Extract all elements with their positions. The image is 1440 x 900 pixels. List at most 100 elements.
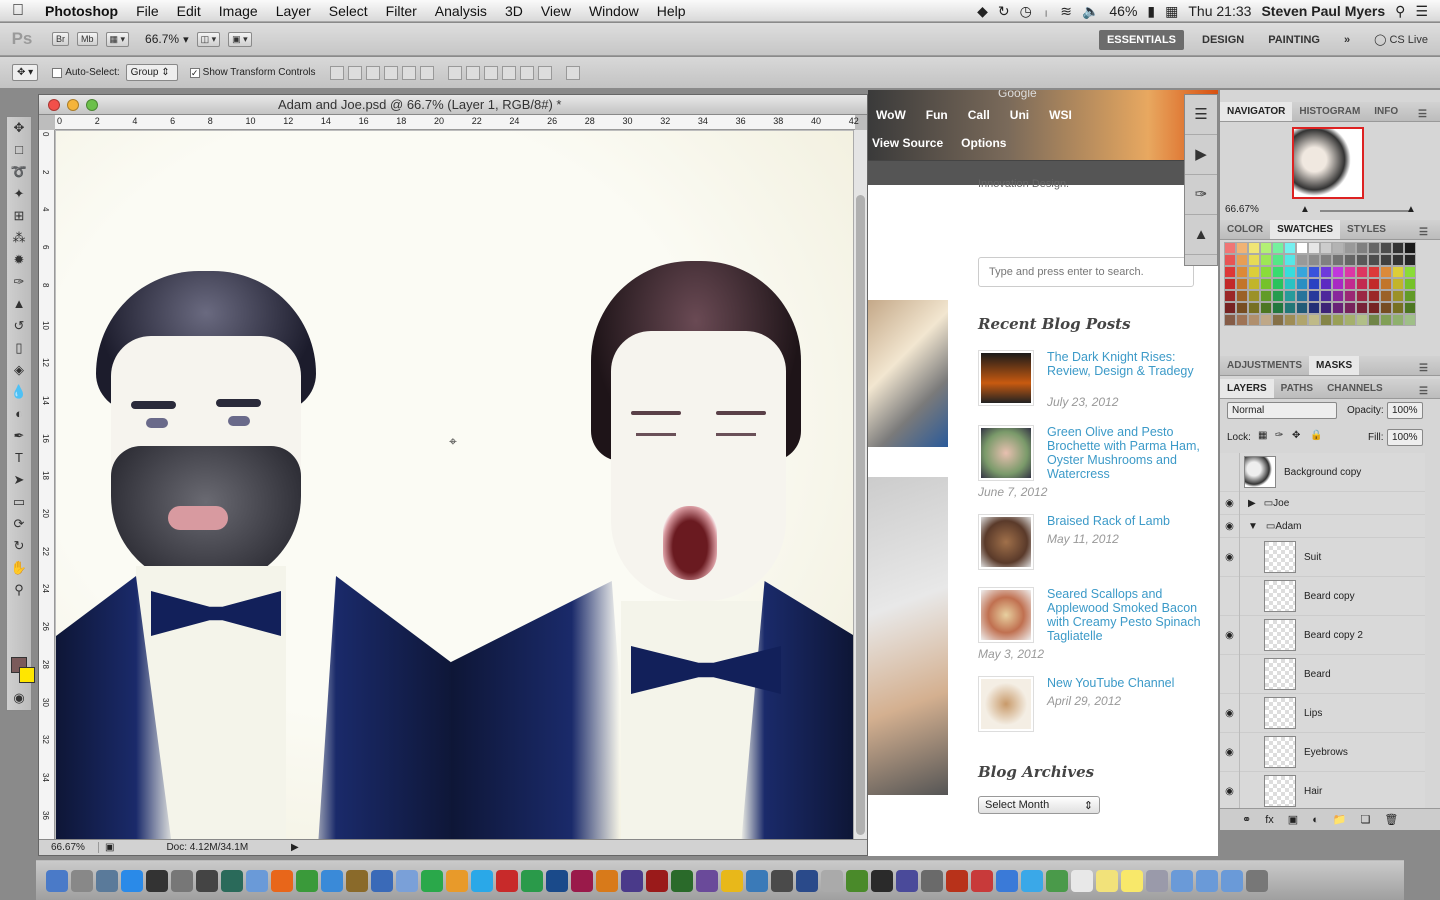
hand-tool-icon[interactable]: ✋ [7,557,31,579]
layer-row[interactable]: ◉ Lips [1220,693,1425,733]
visibility-eye-icon[interactable] [1220,576,1240,616]
visibility-eye-icon[interactable]: ◉ [1220,491,1240,515]
dock-icon[interactable] [1171,869,1193,892]
dock-icon[interactable] [771,869,793,892]
auto-select-checkbox[interactable]: Auto-Select: [52,67,120,78]
color-swatch[interactable] [1272,302,1284,314]
eraser-tool-icon[interactable]: ▯ [7,337,31,359]
tab-styles[interactable]: STYLES [1340,220,1393,239]
dock-icon[interactable] [896,869,918,892]
menu-3d[interactable]: 3D [496,3,532,19]
spotlight-icon[interactable]: ⚲ [1395,3,1405,20]
color-swatch[interactable] [1248,266,1260,278]
color-swatch[interactable] [1248,290,1260,302]
color-swatch[interactable] [1344,290,1356,302]
mini-bridge-button[interactable]: Mb [77,32,98,46]
crop-tool-icon[interactable]: ⊞ [7,205,31,227]
color-swatch[interactable] [1392,290,1404,302]
zoom-out-icon[interactable]: ▲ [1300,204,1310,215]
dock-icon[interactable] [396,869,418,892]
blend-mode-dropdown[interactable]: Normal [1227,402,1337,419]
add-mask-icon[interactable]: ▣ [1288,813,1298,826]
show-transform-checkbox[interactable]: ✓ Show Transform Controls [189,67,316,78]
workspace-more-button[interactable]: » [1332,34,1362,46]
align-right-icon[interactable] [419,65,434,80]
color-swatch[interactable] [1284,254,1296,266]
color-swatch[interactable] [1392,266,1404,278]
post-thumbnail[interactable] [978,676,1034,732]
workspace-essentials[interactable]: ESSENTIALS [1098,29,1185,50]
post-title[interactable]: Green Olive and Pesto Brochette with Par… [1047,425,1207,481]
dock-icon[interactable] [821,869,843,892]
layer-name[interactable]: Eyebrows [1304,747,1348,758]
path-select-tool-icon[interactable]: ➤ [7,469,31,491]
auto-align-icon[interactable] [565,65,580,80]
color-swatch[interactable] [1272,278,1284,290]
color-swatch[interactable] [1356,254,1368,266]
notification-list-icon[interactable]: ☰ [1415,3,1428,20]
apple-menu-icon[interactable]:  [0,2,36,20]
distribute-right-icon[interactable] [537,65,552,80]
dock-icon[interactable] [46,869,68,892]
color-swatch[interactable] [1344,266,1356,278]
tab-paths[interactable]: PATHS [1274,379,1320,398]
color-swatch[interactable] [1344,242,1356,254]
color-swatch[interactable] [1224,278,1236,290]
color-swatch[interactable] [1368,278,1380,290]
shape-tool-icon[interactable]: ▭ [7,491,31,513]
options-link[interactable]: Options [961,136,1006,150]
layer-group-row[interactable]: ◉ ▼ ▭ Adam [1220,514,1425,538]
lock-transparent-icon[interactable]: ▦ [1258,430,1267,441]
dock-icon[interactable] [96,869,118,892]
color-swatch[interactable] [1320,314,1332,326]
panel-menu-icon[interactable]: ☰ [1411,105,1434,124]
color-swatch[interactable] [1332,278,1344,290]
color-swatch[interactable] [1356,242,1368,254]
color-swatch[interactable] [1404,278,1416,290]
blog-post-item[interactable]: The Dark Knight Rises: Review, Design & … [978,350,1218,420]
dock-icon[interactable] [1121,869,1143,892]
color-swatch[interactable] [1248,254,1260,266]
dock-icon[interactable] [246,869,268,892]
visibility-eye-icon[interactable]: ◉ [1220,693,1240,733]
distribute-left-icon[interactable] [501,65,516,80]
lock-pixels-icon[interactable]: ✑ [1275,430,1283,441]
layer-row[interactable]: ◉ Suit [1220,537,1425,577]
dock-icon[interactable] [471,869,493,892]
auto-select-box[interactable] [52,67,63,78]
menu-help[interactable]: Help [648,3,695,19]
color-swatch[interactable] [1308,290,1320,302]
layer-name[interactable]: Joe [1273,498,1289,509]
close-window-button[interactable] [48,98,60,111]
color-swatch[interactable] [1320,278,1332,290]
color-swatch[interactable] [1272,290,1284,302]
dock-icon[interactable] [1096,869,1118,892]
color-swatch[interactable] [1392,302,1404,314]
fill-field[interactable]: 100% [1387,429,1423,446]
color-swatch[interactable] [1332,314,1344,326]
archives-select[interactable]: Select Month ⇕ [978,796,1100,814]
color-swatch[interactable] [1320,290,1332,302]
color-swatch[interactable] [1248,302,1260,314]
layer-style-icon[interactable]: fx [1265,814,1274,826]
visibility-eye-icon[interactable]: ◉ [1220,537,1240,577]
color-swatch[interactable] [1404,266,1416,278]
volume-icon[interactable]: 🔈 [1082,3,1099,20]
dock-icon[interactable] [146,869,168,892]
dock-icon[interactable] [221,869,243,892]
color-swatch[interactable] [1404,314,1416,326]
zoom-tool-icon[interactable]: ⚲ [7,579,31,601]
color-swatch[interactable] [1260,278,1272,290]
color-swatch[interactable] [1284,290,1296,302]
clone-source-panel-icon[interactable]: ▲ [1185,215,1217,255]
menu-select[interactable]: Select [320,3,377,19]
post-title[interactable]: New YouTube Channel [1047,676,1207,690]
navigator-thumbnail[interactable] [1292,127,1364,199]
menu-app-name[interactable]: Photoshop [36,3,127,19]
adjustment-layer-icon[interactable]: ◐ [1312,814,1319,826]
blog-feature-image-1[interactable] [868,300,948,447]
color-swatch[interactable] [1272,314,1284,326]
color-swatch[interactable] [1260,254,1272,266]
type-tool-icon[interactable]: T [7,447,31,469]
arrange-documents-button[interactable]: ◫ ▾ [196,31,221,47]
